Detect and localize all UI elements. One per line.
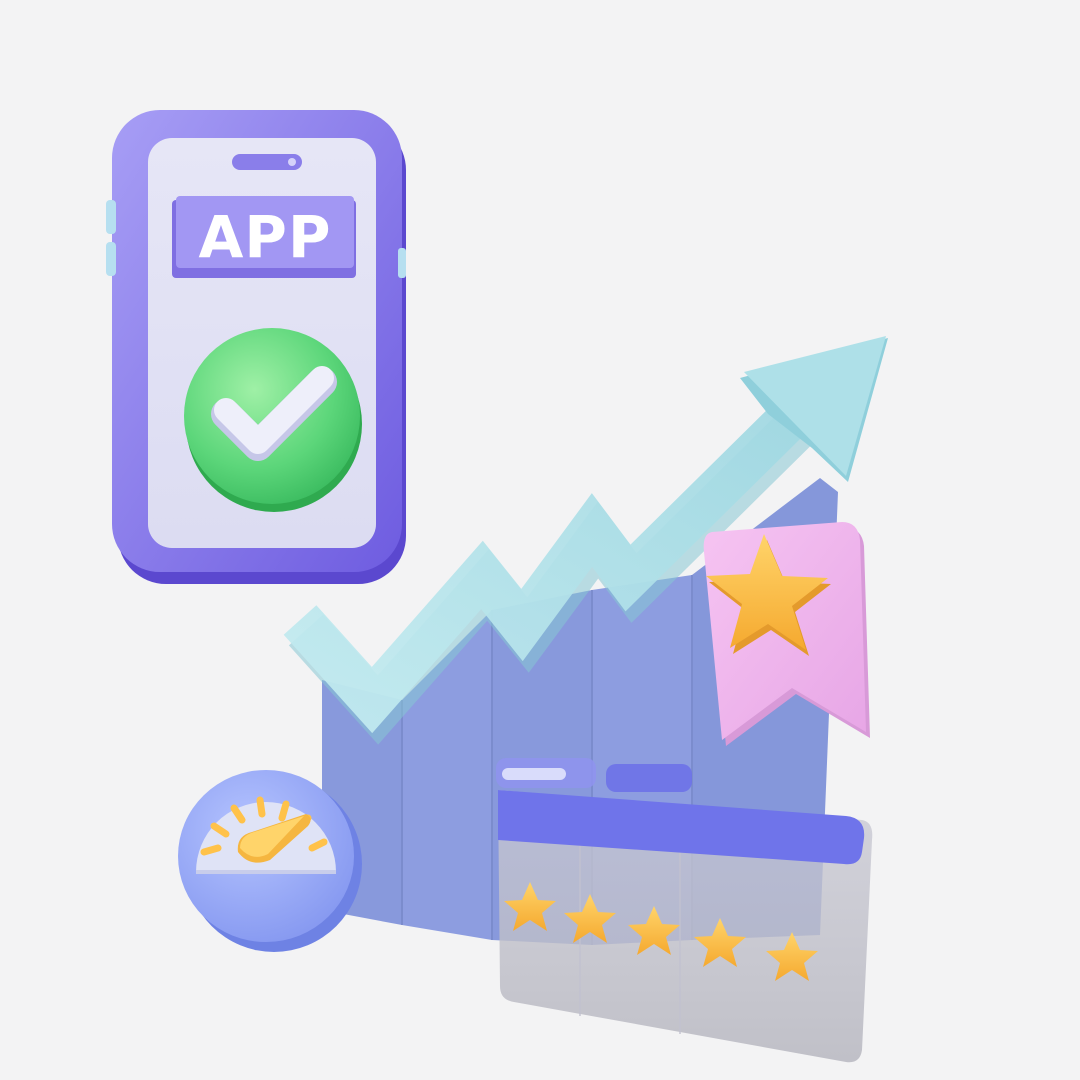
window-tab-2 [606, 764, 692, 792]
illustration-scene: APP [0, 0, 1080, 1080]
app-label-badge: APP [172, 196, 356, 278]
phone-camera [288, 158, 296, 166]
app-growth-illustration: APP [106, 110, 888, 1063]
phone: APP [106, 110, 406, 584]
phone-side-button-top [106, 200, 116, 234]
check-icon [184, 328, 362, 512]
phone-side-button-right [398, 248, 406, 278]
app-label: APP [199, 203, 332, 271]
phone-side-button-mid [106, 242, 116, 276]
